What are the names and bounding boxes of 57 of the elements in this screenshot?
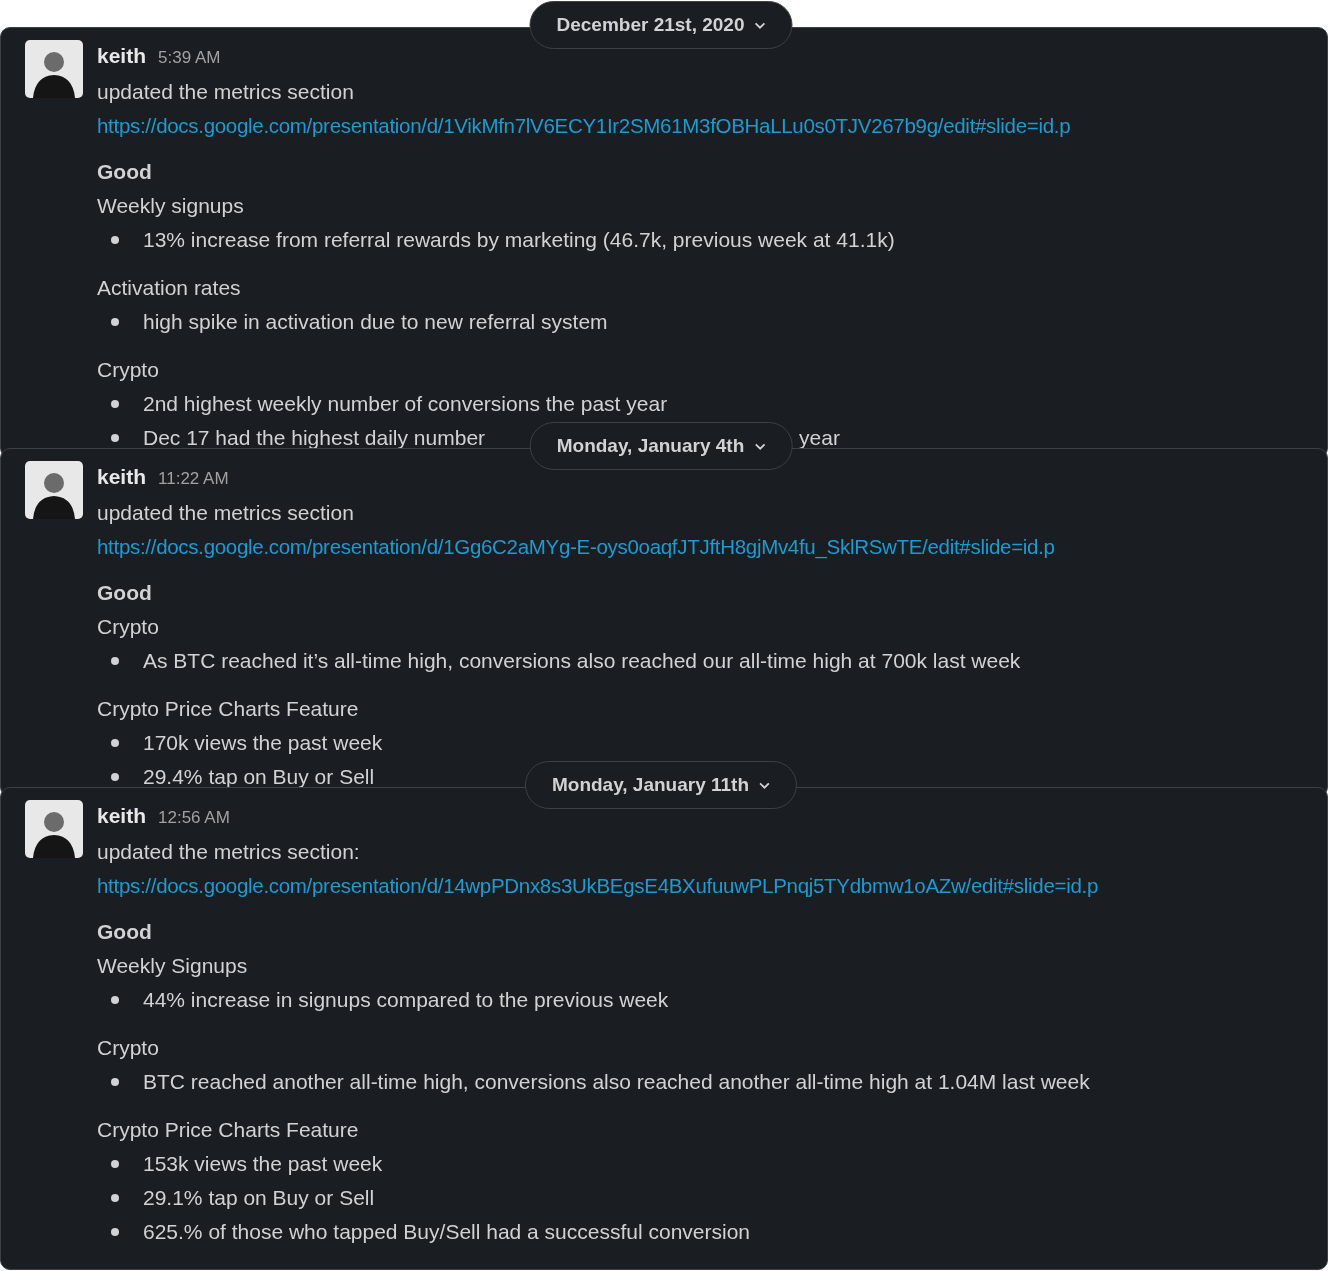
section-title: Weekly signups <box>97 193 245 219</box>
bullet-icon <box>111 996 119 1004</box>
list-item: 625.% of those who tapped Buy/Sell had a successful conversion <box>143 1219 751 1245</box>
timestamp[interactable]: 12:56 AM <box>158 801 230 835</box>
bullet-icon <box>111 1228 119 1236</box>
timestamp[interactable]: 11:22 AM <box>158 462 229 496</box>
timestamp[interactable]: 5:39 AM <box>158 41 221 75</box>
list-item: 153k views the past week <box>143 1151 383 1177</box>
section-title: Crypto <box>97 1035 160 1061</box>
author-name[interactable]: keith <box>97 460 146 494</box>
link[interactable]: https://docs.google.com/presentation/d/1VikMfn7lV6ECY1Ir2SM61M3fOBHaLLu0s0TJV267b9g/edit#slide=id.p <box>97 109 1071 143</box>
date-pill[interactable]: December 21st, 2020 <box>529 1 793 49</box>
bullet-icon <box>111 434 119 442</box>
message-text: updated the metrics section <box>97 500 355 526</box>
avatar <box>25 40 83 98</box>
link[interactable]: https://docs.google.com/presentation/d/14wpPDnx8s3UkBEgsE4BXufuuwPLPnqj5TYdbmw1oAZw/edit#slide=id.p <box>97 869 1099 903</box>
bullet-icon <box>111 739 119 747</box>
message-text: updated the metrics section <box>97 79 355 105</box>
heading: Good <box>97 159 153 185</box>
list-item: 44% increase in signups compared to the previous week <box>143 987 669 1013</box>
chevron-icon <box>754 21 766 29</box>
bullet-icon <box>111 773 119 781</box>
bullet-icon <box>111 1194 119 1202</box>
section-title: Activation rates <box>97 275 242 301</box>
author-name[interactable]: keith <box>97 39 146 73</box>
avatar <box>25 800 83 858</box>
list-item: BTC reached another all-time high, conversions also reached another all-time high at 1.04M last week <box>143 1069 1090 1095</box>
bullet-icon <box>111 657 119 665</box>
date-pill[interactable]: Monday, January 4th <box>529 422 793 470</box>
link[interactable]: https://docs.google.com/presentation/d/1Gg6C2aMYg-E-oys0oaqfJTJftH8gjMv4fu_SklRSwTE/edit#slide=id.p <box>97 530 1055 564</box>
section-title: Crypto Price Charts Feature <box>97 696 360 722</box>
section-title: Crypto Price Charts Feature <box>97 1117 360 1143</box>
heading: Good <box>97 580 153 606</box>
bullet-icon <box>111 1078 119 1086</box>
heading: Good <box>97 919 153 945</box>
list-item: Dec 17 had the highest daily number <box>143 425 486 451</box>
list-item: 29.4% tap on Buy or Sell <box>143 764 375 790</box>
author-name[interactable]: keith <box>97 799 146 833</box>
list-item: As BTC reached it’s all-time high, conversions also reached our all-time high at 700k last week <box>143 648 1021 674</box>
bullet-icon <box>111 318 119 326</box>
section-title: Crypto <box>97 614 160 640</box>
list-item: 29.1% tap on Buy or Sell <box>143 1185 375 1211</box>
list-item: 13% increase from referral rewards by marketing (46.7k, previous week at 41.1k) <box>143 227 895 253</box>
chevron-icon <box>759 781 771 789</box>
bullet-icon <box>111 1160 119 1168</box>
list-item: 170k views the past week <box>143 730 383 756</box>
bullet-icon <box>111 236 119 244</box>
date-pill[interactable]: Monday, January 11th <box>524 761 798 809</box>
list-item: high spike in activation due to new referral system <box>143 309 608 335</box>
avatar <box>25 461 83 519</box>
message-text: updated the metrics section: <box>97 839 361 865</box>
section-title: Crypto <box>97 357 160 383</box>
chevron-icon <box>754 442 766 450</box>
list-item: 2nd highest weekly number of conversions the past year <box>143 391 668 417</box>
section-title: Weekly Signups <box>97 953 249 979</box>
list-item: year <box>799 425 840 451</box>
bullet-icon <box>111 400 119 408</box>
